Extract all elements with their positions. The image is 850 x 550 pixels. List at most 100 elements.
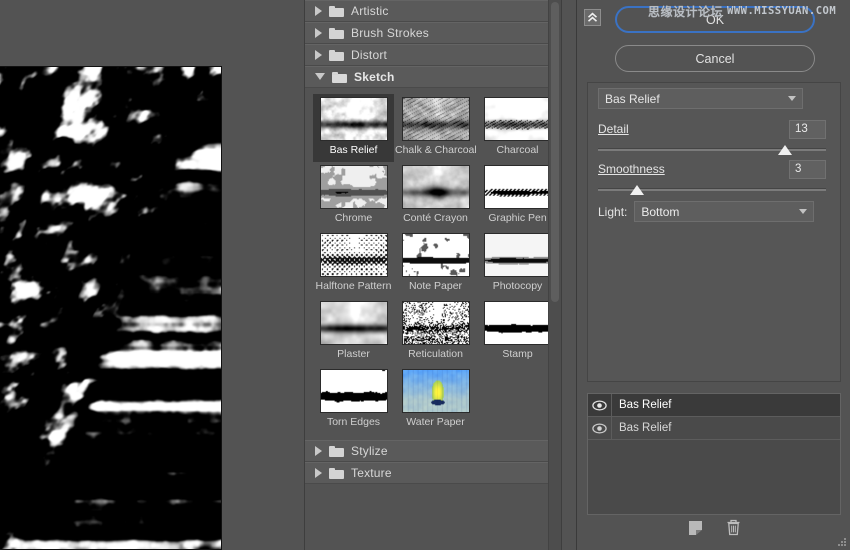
light-row: Light: Bottom: [598, 201, 842, 222]
thumbnail-spacer: [477, 366, 558, 434]
collapse-panel-button[interactable]: [584, 9, 601, 26]
scrollbar-thumb[interactable]: [551, 2, 559, 302]
preview-canvas[interactable]: [0, 67, 221, 549]
layer-toolbar: [587, 518, 841, 542]
filter-thumbnail[interactable]: [319, 165, 388, 209]
category-row-brush-strokes[interactable]: Brush Strokes: [305, 22, 561, 44]
filter-select-value: Bas Relief: [605, 91, 660, 106]
detail-value-input[interactable]: 13: [789, 119, 826, 139]
filter-item-plaster[interactable]: Plaster: [313, 298, 394, 366]
smoothness-value-input[interactable]: 3: [789, 159, 826, 179]
smoothness-parameter: Smoothness 3: [598, 159, 826, 197]
ok-button-label: OK: [705, 12, 725, 27]
filter-item-water-paper[interactable]: Water Paper: [395, 366, 476, 434]
chevron-right-icon: [315, 468, 322, 478]
thumbnail-row: Plaster Reticulation Stamp: [313, 298, 561, 366]
filter-item-reticulation[interactable]: Reticulation: [395, 298, 476, 366]
preview-pane[interactable]: [0, 0, 296, 550]
detail-slider[interactable]: [598, 143, 826, 157]
folder-icon: [329, 5, 344, 17]
filter-label: Charcoal: [496, 144, 539, 156]
layer-row[interactable]: Bas Relief: [588, 394, 840, 417]
resize-grip[interactable]: [838, 538, 847, 547]
slider-handle[interactable]: [777, 145, 792, 155]
thumbnail-row: Halftone Pattern Note Paper Photocopy: [313, 230, 561, 298]
filter-item-stamp[interactable]: Stamp: [477, 298, 558, 366]
eye-icon: [592, 399, 607, 411]
filter-item-note-paper[interactable]: Note Paper: [395, 230, 476, 298]
filter-thumbnail[interactable]: [319, 369, 388, 413]
light-label: Light:: [598, 204, 628, 219]
settings-panel: OK Cancel Bas Relief Detail 13 Smoothnes…: [576, 0, 850, 550]
filter-item-photocopy[interactable]: Photocopy: [477, 230, 558, 298]
folder-icon: [329, 467, 344, 479]
filter-thumbnail[interactable]: [319, 97, 388, 141]
filter-thumbnail[interactable]: [483, 97, 552, 141]
filter-item-halftone-pattern[interactable]: Halftone Pattern: [313, 230, 394, 298]
filter-settings-box: Bas Relief Detail 13 Smoothness 3 Light:…: [587, 82, 841, 382]
detail-parameter: Detail 13: [598, 119, 826, 157]
thumbnail-row: Torn Edges Water Paper: [313, 366, 561, 434]
new-effect-layer-button[interactable]: [687, 520, 704, 541]
filter-label: Bas Relief: [329, 144, 378, 156]
layer-visibility-toggle[interactable]: [588, 417, 612, 439]
filter-item-conte-crayon[interactable]: Conté Crayon: [395, 162, 476, 230]
category-row-stylize[interactable]: Stylize: [305, 440, 561, 462]
slider-handle[interactable]: [629, 185, 644, 195]
filter-select-dropdown[interactable]: Bas Relief: [598, 88, 803, 109]
folder-icon: [329, 49, 344, 61]
filter-item-graphic-pen[interactable]: Graphic Pen: [477, 162, 558, 230]
filter-thumbnail[interactable]: [401, 369, 470, 413]
filter-thumbnail-grid: Bas Relief Chalk & Charcoal Charcoal Chr…: [305, 88, 561, 440]
filter-thumbnail[interactable]: [319, 301, 388, 345]
filter-preview-image[interactable]: [0, 66, 222, 550]
category-row-texture[interactable]: Texture: [305, 462, 561, 484]
filter-list-scrollbar[interactable]: [548, 0, 561, 550]
light-select-value: Bottom: [641, 204, 680, 219]
filter-thumbnail[interactable]: [483, 233, 552, 277]
layer-visibility-toggle[interactable]: [588, 394, 612, 416]
filter-label: Conté Crayon: [403, 212, 468, 224]
new-effect-layer-icon: [689, 520, 702, 535]
light-select-dropdown[interactable]: Bottom: [634, 201, 815, 222]
smoothness-slider[interactable]: [598, 183, 826, 197]
layer-row[interactable]: Bas Relief: [588, 417, 840, 440]
filter-label: Chalk & Charcoal: [395, 144, 477, 156]
folder-icon: [329, 445, 344, 457]
chevron-right-icon: [315, 446, 322, 456]
filter-thumbnail[interactable]: [319, 233, 388, 277]
category-row-distort[interactable]: Distort: [305, 44, 561, 66]
cancel-button-label: Cancel: [695, 51, 735, 66]
ok-button[interactable]: OK: [615, 6, 815, 33]
category-label: Stylize: [351, 444, 388, 458]
filter-label: Halftone Pattern: [315, 280, 392, 292]
filter-gallery-dialog: Artistic Brush Strokes Distort Sketch Ba…: [0, 0, 850, 550]
cancel-button[interactable]: Cancel: [615, 45, 815, 72]
filter-thumbnail[interactable]: [401, 165, 470, 209]
category-row-sketch[interactable]: Sketch: [305, 66, 561, 88]
filter-item-chalk-charcoal[interactable]: Chalk & Charcoal: [395, 94, 477, 162]
category-label: Distort: [351, 48, 388, 62]
chevron-down-icon: [788, 96, 796, 101]
filter-category-list[interactable]: Artistic Brush Strokes Distort Sketch Ba…: [304, 0, 562, 550]
filter-item-bas-relief[interactable]: Bas Relief: [313, 94, 394, 162]
category-row-artistic[interactable]: Artistic: [305, 0, 561, 22]
filter-thumbnail[interactable]: [483, 165, 552, 209]
effect-layer-list[interactable]: Bas Relief Bas Relief: [587, 393, 841, 515]
filter-thumbnail[interactable]: [483, 301, 552, 345]
folder-open-icon: [332, 71, 347, 83]
filter-thumbnail[interactable]: [401, 97, 470, 141]
filter-item-chrome[interactable]: Chrome: [313, 162, 394, 230]
folder-icon: [329, 27, 344, 39]
filter-thumbnail[interactable]: [401, 301, 470, 345]
filter-label: Torn Edges: [326, 416, 381, 428]
chevron-right-icon: [315, 50, 322, 60]
thumbnail-row: Bas Relief Chalk & Charcoal Charcoal: [313, 94, 561, 162]
filter-item-charcoal[interactable]: Charcoal: [477, 94, 558, 162]
detail-label: Detail: [598, 122, 629, 136]
delete-layer-button[interactable]: [726, 519, 741, 541]
filter-item-torn-edges[interactable]: Torn Edges: [313, 366, 394, 434]
smoothness-label: Smoothness: [598, 162, 665, 176]
category-label: Brush Strokes: [351, 26, 429, 40]
filter-thumbnail[interactable]: [401, 233, 470, 277]
